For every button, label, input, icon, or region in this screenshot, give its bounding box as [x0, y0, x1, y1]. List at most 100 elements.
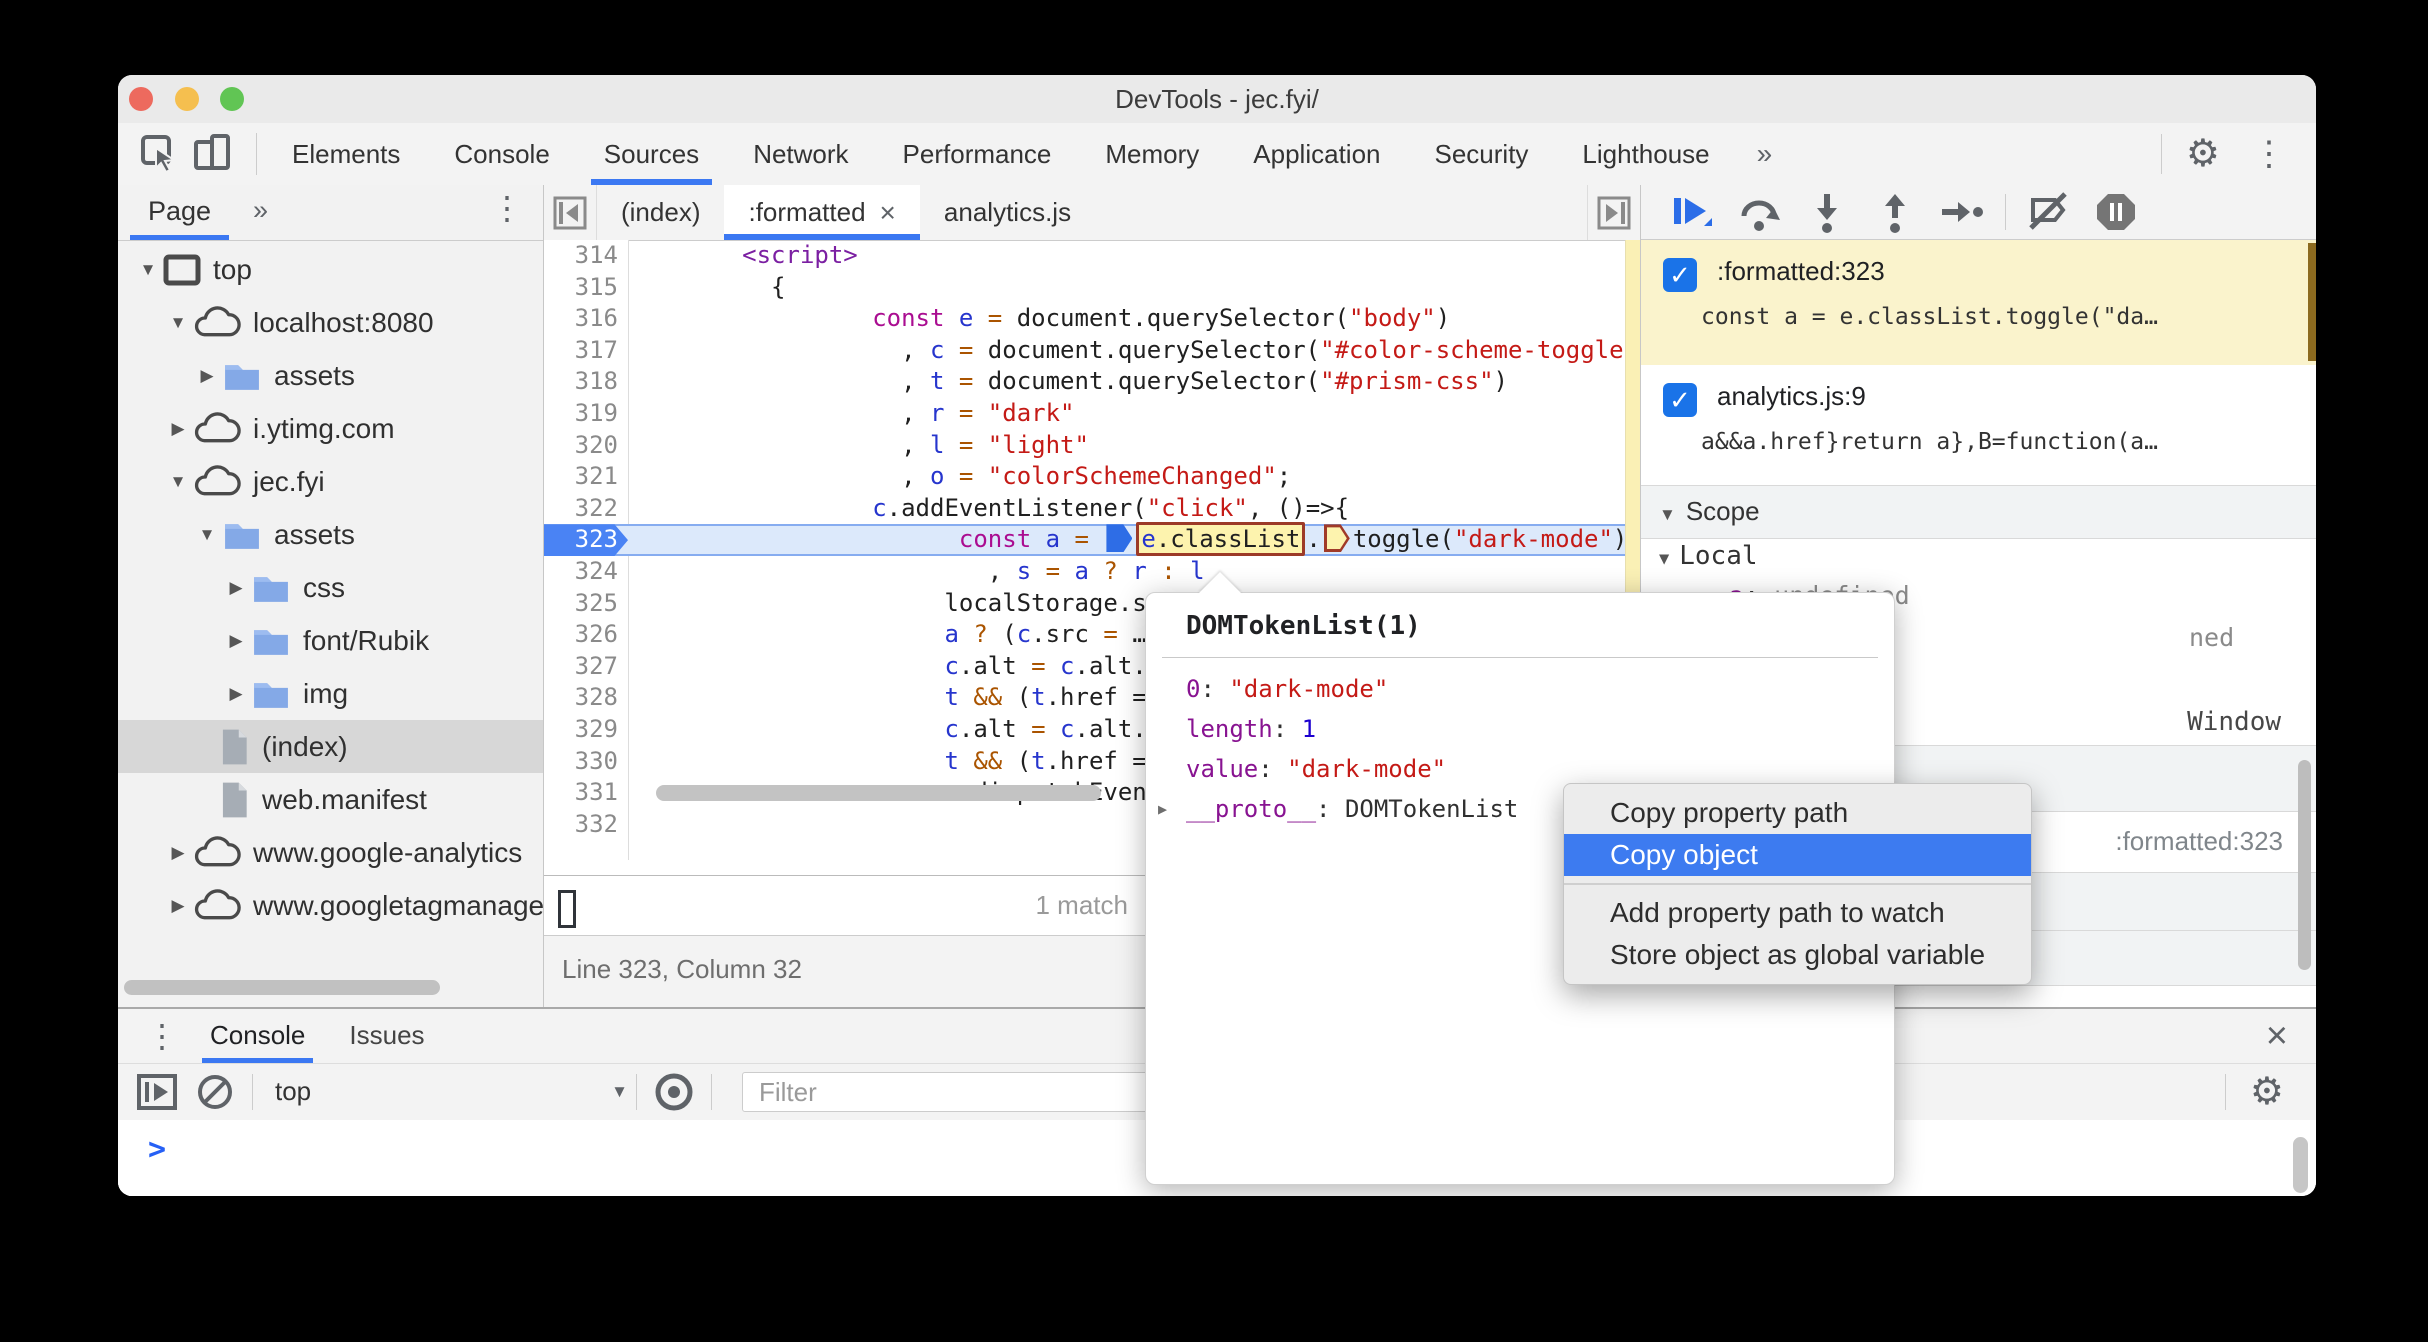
menu-item-copy-object[interactable]: Copy object	[1564, 834, 2031, 876]
tab-close-icon[interactable]: ×	[880, 197, 896, 229]
breakpoint-checkbox[interactable]: ✓	[1663, 383, 1697, 417]
disclosure-open-icon[interactable]: ▼	[133, 260, 163, 280]
disclosure-closed-icon[interactable]: ▶	[163, 419, 193, 439]
code-line[interactable]: 318 , t = document.querySelector("#prism…	[544, 366, 1640, 398]
tree-item-img[interactable]: ▶ img	[118, 667, 543, 720]
line-number[interactable]: 314	[544, 240, 628, 272]
expand-arrow-icon[interactable]: ▶	[1158, 789, 1167, 829]
tree-item-assets[interactable]: ▶ assets	[118, 349, 543, 402]
breakpoint-checkbox[interactable]: ✓	[1663, 258, 1697, 292]
scope-section-header[interactable]: ▼ Scope	[1641, 485, 2316, 539]
context-dropdown-icon[interactable]: ▼	[611, 1082, 628, 1102]
deactivate-breakpoints-icon[interactable]	[2014, 189, 2082, 235]
disclosure-closed-icon[interactable]: ▶	[163, 843, 193, 863]
tree-item-www-google-analytics[interactable]: ▶ www.google-analytics	[118, 826, 543, 879]
tab-page[interactable]: Page	[129, 185, 230, 240]
paused-execution-line[interactable]: 323 const a = e.classList. toggle("dark-m…	[544, 522, 1640, 557]
line-number[interactable]: 323	[544, 524, 628, 556]
tab-performance[interactable]: Performance	[876, 123, 1079, 185]
line-number[interactable]: 317	[544, 335, 628, 367]
code-line[interactable]: 317 , c = document.querySelector("#color…	[544, 335, 1640, 367]
console-sidebar-toggle-icon[interactable]	[128, 1069, 186, 1115]
tab-console[interactable]: Console	[427, 123, 576, 185]
editor-tab--formatted[interactable]: :formatted ×	[724, 185, 921, 240]
disclosure-closed-icon[interactable]: ▶	[221, 684, 251, 704]
step-into-icon[interactable]	[1793, 189, 1861, 235]
breakpoint-entry[interactable]: ✓:formatted:323 const a = e.classList.tog…	[1641, 240, 2316, 366]
menu-item-store-object-as-global-variable[interactable]: Store object as global variable	[1564, 934, 2031, 976]
eye-icon[interactable]	[645, 1069, 703, 1115]
tree-item-top[interactable]: ▼ top	[118, 243, 543, 296]
tab-security[interactable]: Security	[1408, 123, 1556, 185]
line-number[interactable]: 328	[544, 682, 628, 714]
disclosure-open-icon[interactable]: ▼	[163, 472, 193, 492]
code-line[interactable]: 315 {	[544, 272, 1640, 304]
line-number[interactable]: 316	[544, 303, 628, 335]
disclosure-closed-icon[interactable]: ▶	[221, 631, 251, 651]
scope-local-row[interactable]: ▼ Local	[1641, 541, 1758, 571]
line-number[interactable]: 321	[544, 461, 628, 493]
line-number[interactable]: 322	[544, 493, 628, 525]
continue-to-here-marker-filled[interactable]	[1106, 524, 1133, 553]
line-number[interactable]: 329	[544, 714, 628, 746]
search-input-caret[interactable]	[558, 890, 576, 928]
line-number[interactable]: 327	[544, 651, 628, 683]
tree-item-web-manifest[interactable]: web.manifest	[118, 773, 543, 826]
step-out-icon[interactable]	[1861, 189, 1929, 235]
drawer-close-icon[interactable]: ×	[2266, 1015, 2288, 1058]
step-over-icon[interactable]	[1725, 189, 1793, 235]
line-number[interactable]: 330	[544, 746, 628, 778]
tree-item-i-ytimg-com[interactable]: ▶ i.ytimg.com	[118, 402, 543, 455]
drawer-kebab-icon[interactable]: ⋮	[146, 1017, 178, 1055]
console-vertical-scrollbar[interactable]	[2293, 1137, 2308, 1193]
tree-item-jec-fyi[interactable]: ▼ jec.fyi	[118, 455, 543, 508]
hovered-expression[interactable]: e.classList	[1136, 522, 1306, 557]
editor-tab-analytics-js[interactable]: analytics.js	[920, 185, 1095, 240]
object-property-row[interactable]: length: 1	[1146, 709, 1894, 749]
debugger-vertical-scrollbar[interactable]	[2298, 760, 2311, 970]
more-tabs-icon[interactable]: »	[1737, 123, 1793, 185]
continue-to-here-marker-outline[interactable]	[1323, 524, 1350, 553]
tab-lighthouse[interactable]: Lighthouse	[1555, 123, 1736, 185]
inspect-icon[interactable]	[134, 131, 186, 177]
line-number[interactable]: 332	[544, 809, 628, 841]
menu-item-add-property-path-to-watch[interactable]: Add property path to watch	[1564, 892, 2031, 934]
pause-on-exceptions-icon[interactable]	[2082, 189, 2150, 235]
tab-application[interactable]: Application	[1226, 123, 1407, 185]
sidebar-horizontal-scrollbar[interactable]	[124, 980, 440, 995]
editor-tab-scroll-right-icon[interactable]	[1587, 185, 1640, 240]
disclosure-open-icon[interactable]: ▼	[192, 525, 222, 545]
breakpoint-entry[interactable]: ✓ analytics.js:9 a&&a.href}return a},B=fun…	[1641, 365, 2316, 486]
main-menu-kebab-icon[interactable]: ⋮	[2236, 137, 2302, 171]
tree-item--index-[interactable]: (index)	[118, 720, 543, 773]
line-number[interactable]: 326	[544, 619, 628, 651]
tree-item-assets[interactable]: ▼ assets	[118, 508, 543, 561]
line-number[interactable]: 325	[544, 588, 628, 620]
code-line[interactable]: 319 , r = "dark"	[544, 398, 1640, 430]
code-line[interactable]: 324 , s = a ? r : l	[544, 556, 1640, 588]
drawer-tab-issues[interactable]: Issues	[327, 1009, 446, 1063]
disclosure-open-icon[interactable]: ▼	[163, 313, 193, 333]
step-icon[interactable]	[1929, 189, 1997, 235]
tab-network[interactable]: Network	[726, 123, 875, 185]
tree-item-css[interactable]: ▶ css	[118, 561, 543, 614]
resume-button[interactable]	[1657, 189, 1725, 235]
code-line[interactable]: 314 <script>	[544, 240, 1640, 272]
disclosure-closed-icon[interactable]: ▶	[163, 896, 193, 916]
disclosure-closed-icon[interactable]: ▶	[221, 578, 251, 598]
console-context-selector[interactable]: top	[275, 1076, 311, 1107]
code-line[interactable]: 320 , l = "light"	[544, 430, 1640, 462]
object-property-row[interactable]: 0: "dark-mode"	[1146, 669, 1894, 709]
line-number[interactable]: 315	[544, 272, 628, 304]
tab-elements[interactable]: Elements	[265, 123, 427, 185]
scope-global-value[interactable]: Window	[2187, 707, 2281, 737]
tree-item-font-rubik[interactable]: ▶ font/Rubik	[118, 614, 543, 667]
line-number[interactable]: 318	[544, 366, 628, 398]
tab-sources[interactable]: Sources	[577, 123, 726, 185]
navigator-kebab-icon[interactable]: ⋮	[491, 189, 523, 227]
drawer-tab-console[interactable]: Console	[188, 1009, 327, 1063]
clear-console-icon[interactable]	[186, 1069, 244, 1115]
editor-horizontal-scrollbar[interactable]	[656, 785, 1101, 801]
code-line[interactable]: 321 , o = "colorSchemeChanged";	[544, 461, 1640, 493]
code-line[interactable]: 316 const e = document.querySelector("bo…	[544, 303, 1640, 335]
